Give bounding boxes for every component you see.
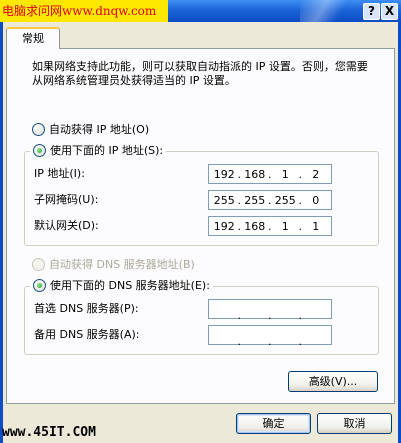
ip-octet: 2 (299, 168, 332, 181)
auto-dns-radio (32, 257, 45, 271)
subnet-mask-input[interactable]: 255 255 255 0 (208, 190, 332, 210)
ip-octet: 0 (299, 194, 332, 207)
ip-octet: 192 (213, 219, 235, 233)
alternate-dns-input[interactable] (208, 325, 332, 348)
ip-address-label: IP 地址(I): (34, 167, 85, 180)
ip-address-input[interactable]: 192 168 1 2 (208, 164, 332, 184)
manual-dns-option[interactable]: 使用下面的 DNS 服务器地址(E): (30, 278, 213, 294)
manual-ip-label: 使用下面的 IP 地址(S): (50, 144, 164, 157)
auto-ip-option[interactable]: 自动获得 IP 地址(O) (32, 122, 149, 138)
site-banner: 电脑求问网www.dnqw.com (0, 0, 168, 22)
ip-octet: 1 (299, 220, 332, 233)
ip-octet: 1 (268, 168, 301, 181)
cancel-button[interactable]: 取消 (317, 413, 392, 434)
tab-general[interactable]: 常规 (6, 27, 60, 49)
default-gateway-label: 默认网关(D): (34, 219, 99, 232)
manual-ip-radio[interactable] (33, 143, 46, 157)
auto-dns-label: 自动获得 DNS 服务器地址(B) (49, 258, 195, 271)
ip-octet: 255 (238, 194, 271, 207)
auto-ip-radio[interactable] (32, 122, 45, 136)
ip-octet: 255 (268, 194, 301, 207)
help-button[interactable]: ? (363, 3, 380, 20)
subnet-mask-label: 子网掩码(U): (34, 193, 99, 206)
description-text: 如果网络支持此功能，则可以获取自动指派的 IP 设置。否则，您需要从网络系统管理… (32, 60, 368, 87)
advanced-button[interactable]: 高级(V)... (288, 371, 378, 392)
ok-button[interactable]: 确定 (236, 413, 311, 434)
ip-octet: 168 (238, 220, 271, 233)
manual-dns-radio[interactable] (33, 278, 46, 292)
close-button[interactable]: X (381, 3, 398, 20)
auto-dns-option: 自动获得 DNS 服务器地址(B) (32, 257, 195, 273)
title-decoration (300, 0, 356, 22)
manual-ip-option[interactable]: 使用下面的 IP 地址(S): (30, 143, 167, 159)
ip-octet: 192 (213, 167, 235, 181)
auto-ip-label: 自动获得 IP 地址(O) (49, 123, 150, 136)
watermark: www.45IT.COM (2, 425, 96, 440)
manual-dns-label: 使用下面的 DNS 服务器地址(E): (50, 279, 210, 292)
preferred-dns-input[interactable] (208, 299, 332, 322)
preferred-dns-label: 首选 DNS 服务器(P): (34, 302, 139, 315)
default-gateway-input[interactable]: 192 168 1 1 (208, 216, 332, 236)
ip-octet: 1 (268, 220, 301, 233)
ip-octet: 255 (213, 193, 235, 207)
ip-octet: 168 (238, 168, 271, 181)
alternate-dns-label: 备用 DNS 服务器(A): (34, 328, 140, 341)
